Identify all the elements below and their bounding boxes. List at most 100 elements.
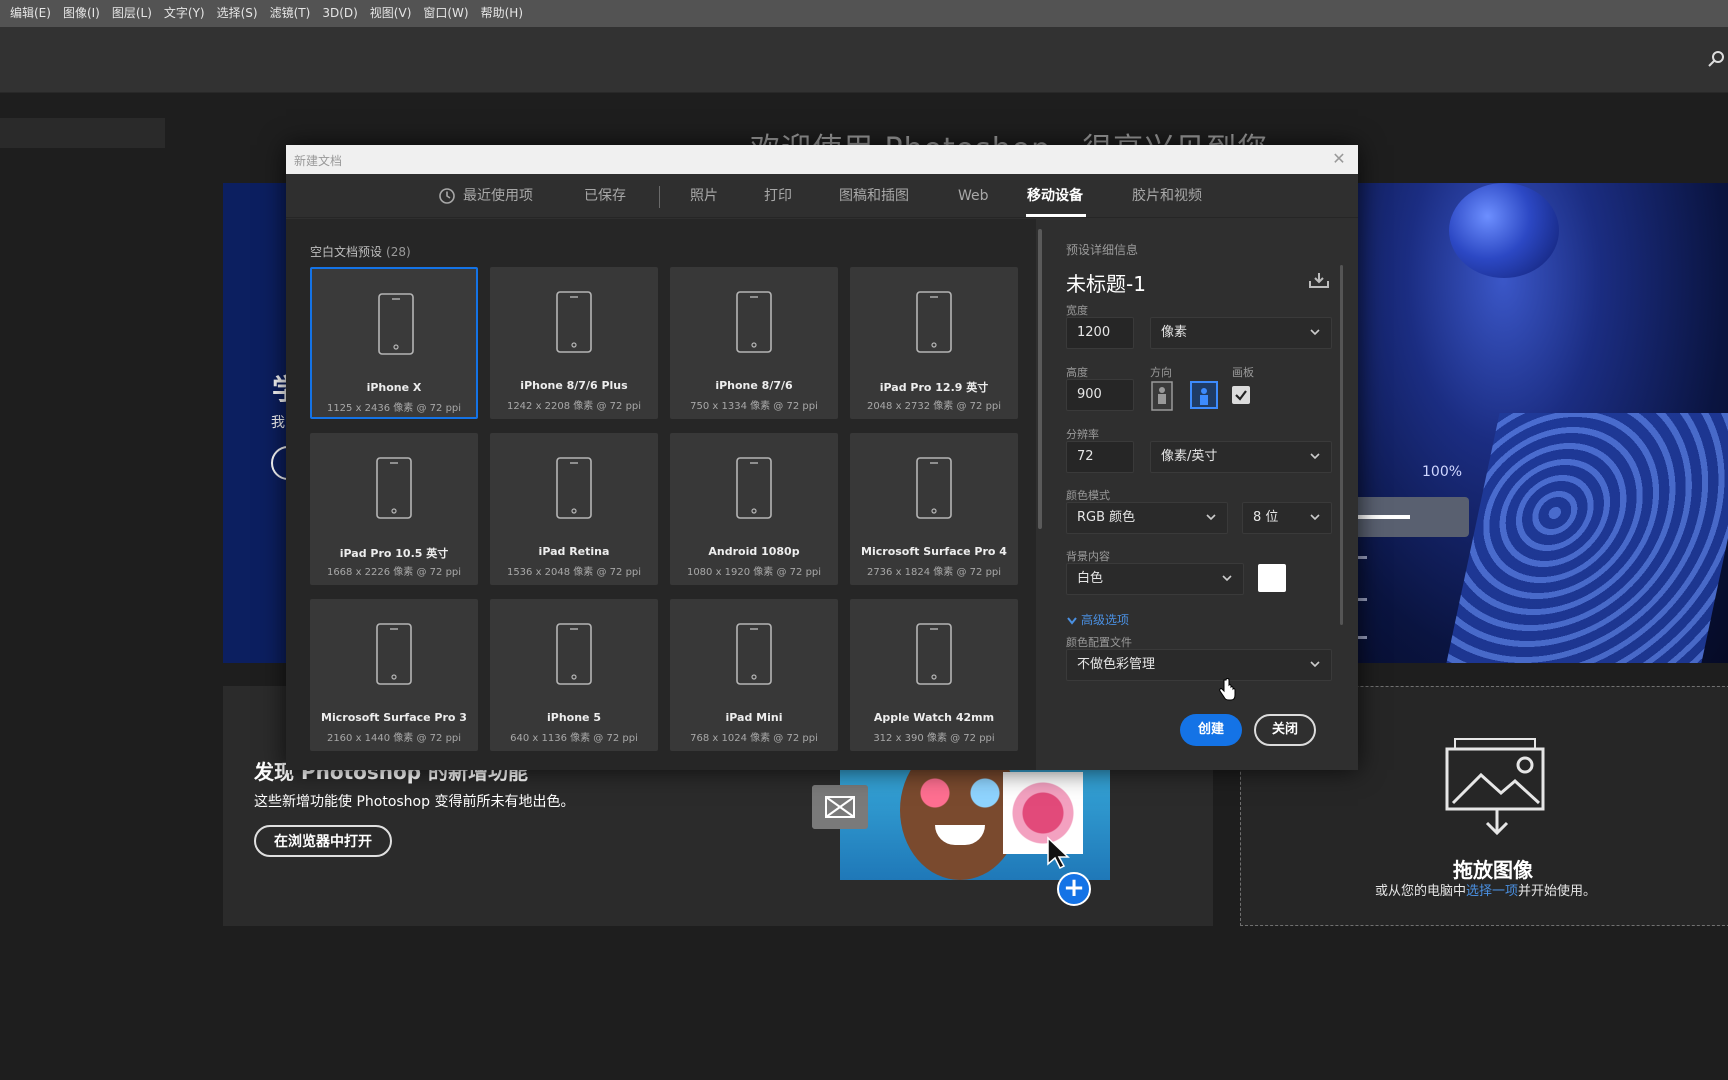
new-document-dialog: 新建文档 ✕ 最近使用项 已保存 照片 打印 图稿和插图 Web 移动设备 胶片… [286, 145, 1358, 770]
landscape-orientation-icon[interactable] [1190, 381, 1218, 409]
chevron-down-icon [1310, 514, 1320, 521]
chevron-down-icon [1222, 575, 1232, 582]
preset-size: 1125 x 2436 像素 @ 72 ppi [326, 403, 462, 414]
close-button[interactable]: 关闭 [1254, 714, 1316, 746]
options-bar [0, 27, 1728, 93]
preset-tile[interactable]: Android 1080p 1080 x 1920 像素 @ 72 ppi [670, 433, 838, 585]
preset-size: 2736 x 1824 像素 @ 72 ppi [866, 567, 1002, 578]
preset-name: Microsoft Surface Pro 3 [321, 711, 467, 724]
clock-icon [439, 188, 455, 204]
chevron-down-icon [1310, 453, 1320, 460]
recent-files-bar [0, 118, 165, 148]
tab-mobile[interactable]: 移动设备 [1027, 174, 1083, 218]
color-profile-label: 颜色配置文件 [1066, 636, 1132, 649]
presets-scrollbar[interactable] [1038, 229, 1042, 529]
preset-tile[interactable]: iPad Pro 12.9 英寸 2048 x 2732 像素 @ 72 ppi [850, 267, 1018, 419]
menu-item[interactable]: 图像(I) [57, 0, 106, 27]
preset-name: iPhone 5 [547, 711, 601, 724]
preset-tile[interactable]: Microsoft Surface Pro 3 2160 x 1440 像素 @ … [310, 599, 478, 751]
tab-art-illustration[interactable]: 图稿和插图 [839, 174, 909, 218]
menu-item[interactable]: 图层(L) [106, 0, 158, 27]
artboard-label: 画板 [1232, 366, 1254, 379]
promo-glasses [910, 778, 1010, 808]
preset-size: 750 x 1334 像素 @ 72 ppi [690, 401, 818, 412]
menu-item[interactable]: 视图(V) [364, 0, 418, 27]
search-icon[interactable] [1708, 50, 1726, 68]
resolution-label: 分辨率 [1066, 428, 1099, 441]
mobile-device-icon [916, 291, 952, 353]
resolution-unit-select[interactable]: 像素/英寸 [1150, 441, 1332, 473]
presets-count: (28) [386, 245, 411, 259]
width-input[interactable]: 1200 [1066, 317, 1134, 349]
tab-film-video[interactable]: 胶片和视频 [1132, 174, 1202, 218]
resolution-input[interactable]: 72 [1066, 441, 1134, 473]
drop-title: 拖放图像 [1453, 858, 1533, 882]
hero-ball-image [1449, 183, 1559, 278]
width-unit-select[interactable]: 像素 [1150, 317, 1332, 349]
active-tab-indicator [1026, 214, 1086, 217]
tab-print[interactable]: 打印 [764, 174, 792, 218]
open-in-browser-button[interactable]: 在浏览器中打开 [254, 825, 392, 857]
preset-tile[interactable]: iPhone 5 640 x 1136 像素 @ 72 ppi [490, 599, 658, 751]
tab-saved[interactable]: 已保存 [584, 174, 626, 218]
mobile-device-icon [378, 293, 414, 355]
presets-area: 空白文档预设 (28) iPhone X 1125 x 2436 像素 @ 72 p… [286, 219, 1036, 770]
menu-item[interactable]: 滤镜(T) [264, 0, 317, 27]
menu-item[interactable]: 选择(S) [211, 0, 264, 27]
create-button[interactable]: 创建 [1180, 714, 1242, 746]
preset-tile[interactable]: Apple Watch 42mm 312 x 390 像素 @ 72 ppi [850, 599, 1018, 751]
select-file-link[interactable]: 选择一项 [1466, 884, 1518, 899]
artboard-checkbox[interactable] [1232, 386, 1250, 404]
presets-label: 空白文档预设 [310, 245, 383, 259]
menu-item[interactable]: 窗口(W) [417, 0, 474, 27]
chevron-down-icon [1067, 616, 1077, 625]
preset-tile[interactable]: iPhone 8/7/6 750 x 1334 像素 @ 72 ppi [670, 267, 838, 419]
mail-icon [812, 785, 868, 829]
bit-depth-select[interactable]: 8 位 [1242, 502, 1332, 534]
menu-item[interactable]: 编辑(E) [4, 0, 57, 27]
preset-name: iPad Pro 10.5 英寸 [339, 547, 449, 560]
resolution-unit-value: 像素/英寸 [1161, 449, 1218, 464]
advanced-options-toggle[interactable]: 高级选项 [1066, 611, 1129, 628]
details-scrollbar[interactable] [1340, 265, 1343, 625]
menu-item[interactable]: 帮助(H) [475, 0, 529, 27]
mobile-device-icon [916, 623, 952, 685]
tab-web[interactable]: Web [958, 174, 989, 218]
chevron-down-icon [1310, 661, 1320, 668]
tab-photo[interactable]: 照片 [690, 174, 718, 218]
tab-recent[interactable]: 最近使用项 [463, 174, 533, 218]
portrait-orientation-icon[interactable] [1150, 381, 1174, 411]
close-icon[interactable]: ✕ [1330, 150, 1348, 168]
preset-name: iPhone 8/7/6 Plus [520, 379, 628, 392]
preset-tile[interactable]: iPhone X 1125 x 2436 像素 @ 72 ppi [310, 267, 478, 419]
document-name-field[interactable]: 未标题-1 [1066, 268, 1146, 297]
background-select[interactable]: 白色 [1066, 563, 1244, 595]
preset-size: 312 x 390 像素 @ 72 ppi [873, 733, 995, 744]
mobile-device-icon [736, 623, 772, 685]
background-label: 背景内容 [1066, 550, 1110, 563]
preset-size: 1668 x 2226 像素 @ 72 ppi [326, 567, 462, 578]
category-tabs: 最近使用项 已保存 照片 打印 图稿和插图 Web 移动设备 胶片和视频 [286, 174, 1358, 218]
preset-size: 1536 x 2048 像素 @ 72 ppi [506, 567, 642, 578]
preset-name: Apple Watch 42mm [873, 711, 995, 724]
preset-size: 768 x 1024 像素 @ 72 ppi [690, 733, 818, 744]
menu-item[interactable]: 文字(Y) [158, 0, 211, 27]
preset-tile[interactable]: iPhone 8/7/6 Plus 1242 x 2208 像素 @ 72 ppi [490, 267, 658, 419]
save-preset-icon[interactable] [1308, 271, 1330, 289]
mobile-device-icon [736, 291, 772, 353]
color-profile-select[interactable]: 不做色彩管理 [1066, 649, 1332, 681]
preset-size: 1080 x 1920 像素 @ 72 ppi [686, 567, 822, 578]
preset-tile[interactable]: Microsoft Surface Pro 4 2736 x 1824 像素 @ … [850, 433, 1018, 585]
hero-slider[interactable] [1352, 497, 1469, 537]
preset-tile[interactable]: iPad Mini 768 x 1024 像素 @ 72 ppi [670, 599, 838, 751]
height-input[interactable]: 900 [1066, 379, 1134, 411]
menu-item[interactable]: 3D(D) [316, 0, 363, 27]
color-mode-select[interactable]: RGB 颜色 [1066, 502, 1228, 534]
mobile-device-icon [556, 623, 592, 685]
preset-tile[interactable]: iPad Pro 10.5 英寸 1668 x 2226 像素 @ 72 ppi [310, 433, 478, 585]
preset-name: iPhone 8/7/6 [715, 379, 793, 392]
background-color-swatch[interactable] [1258, 564, 1286, 592]
drop-desc-suffix: 并开始使用。 [1518, 884, 1597, 899]
color-mode-label: 颜色模式 [1066, 489, 1110, 502]
preset-tile[interactable]: iPad Retina 1536 x 2048 像素 @ 72 ppi [490, 433, 658, 585]
